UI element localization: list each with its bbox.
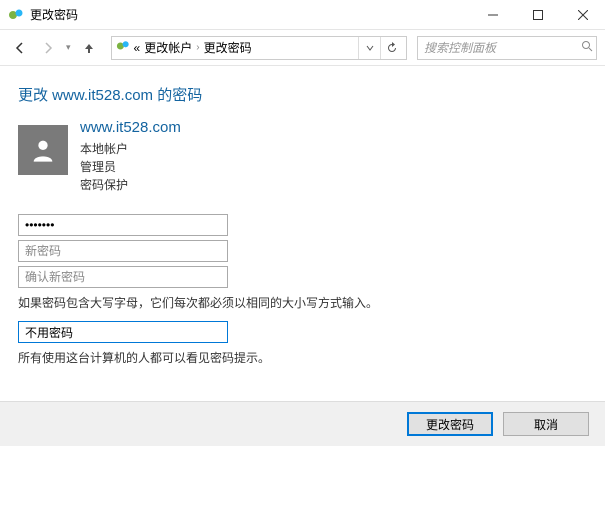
user-account-type: 本地帐户 xyxy=(80,140,181,158)
up-button[interactable] xyxy=(77,36,101,60)
confirm-password-input[interactable] xyxy=(18,266,228,288)
user-protection: 密码保护 xyxy=(80,176,181,194)
window-controls xyxy=(470,0,605,30)
cancel-button[interactable]: 取消 xyxy=(503,412,589,436)
close-button[interactable] xyxy=(560,0,605,30)
main-content: 更改 www.it528.com 的密码 www.it528.com 本地帐户 … xyxy=(0,66,605,366)
heading-account-name: www.it528.com xyxy=(52,87,153,104)
heading-suffix: 的密码 xyxy=(153,87,202,104)
maximize-button[interactable] xyxy=(515,0,560,30)
address-bar[interactable]: « 更改帐户 › 更改密码 xyxy=(111,36,407,60)
titlebar: 更改密码 xyxy=(0,0,605,30)
new-password-input[interactable] xyxy=(18,240,228,262)
back-button[interactable] xyxy=(8,36,32,60)
hint-visibility-note: 所有使用这台计算机的人都可以看见密码提示。 xyxy=(18,349,587,366)
breadcrumb-level1[interactable]: 更改帐户 xyxy=(144,39,192,56)
breadcrumb-level2[interactable]: 更改密码 xyxy=(204,39,252,56)
window-title: 更改密码 xyxy=(30,6,470,23)
address-dropdown-button[interactable] xyxy=(358,37,380,59)
user-info: www.it528.com 本地帐户 管理员 密码保护 xyxy=(80,119,181,194)
user-info-row: www.it528.com 本地帐户 管理员 密码保护 xyxy=(18,119,587,194)
password-fields xyxy=(18,214,587,288)
breadcrumb-chevrons[interactable]: « xyxy=(134,41,141,55)
app-icon xyxy=(8,7,24,23)
recent-locations-chevron[interactable]: ▾ xyxy=(66,42,71,53)
avatar xyxy=(18,125,68,175)
current-password-input[interactable] xyxy=(18,214,228,236)
breadcrumb-separator: › xyxy=(196,42,199,53)
search-input[interactable] xyxy=(424,41,581,55)
minimize-button[interactable] xyxy=(470,0,515,30)
navigation-bar: ▾ « 更改帐户 › 更改密码 xyxy=(0,30,605,66)
forward-button[interactable] xyxy=(36,36,60,60)
search-box[interactable] xyxy=(417,36,597,60)
change-password-button[interactable]: 更改密码 xyxy=(407,412,493,436)
refresh-button[interactable] xyxy=(380,37,402,59)
page-title: 更改 www.it528.com 的密码 xyxy=(18,84,587,105)
user-name: www.it528.com xyxy=(80,119,181,136)
password-hint-input[interactable] xyxy=(18,321,228,343)
user-role: 管理员 xyxy=(80,158,181,176)
search-icon[interactable] xyxy=(581,40,593,55)
footer-buttons: 更改密码 取消 xyxy=(0,401,605,446)
control-panel-icon xyxy=(116,39,130,56)
heading-prefix: 更改 xyxy=(18,87,52,104)
case-sensitivity-note: 如果密码包含大写字母，它们每次都必须以相同的大小写方式输入。 xyxy=(18,294,587,311)
